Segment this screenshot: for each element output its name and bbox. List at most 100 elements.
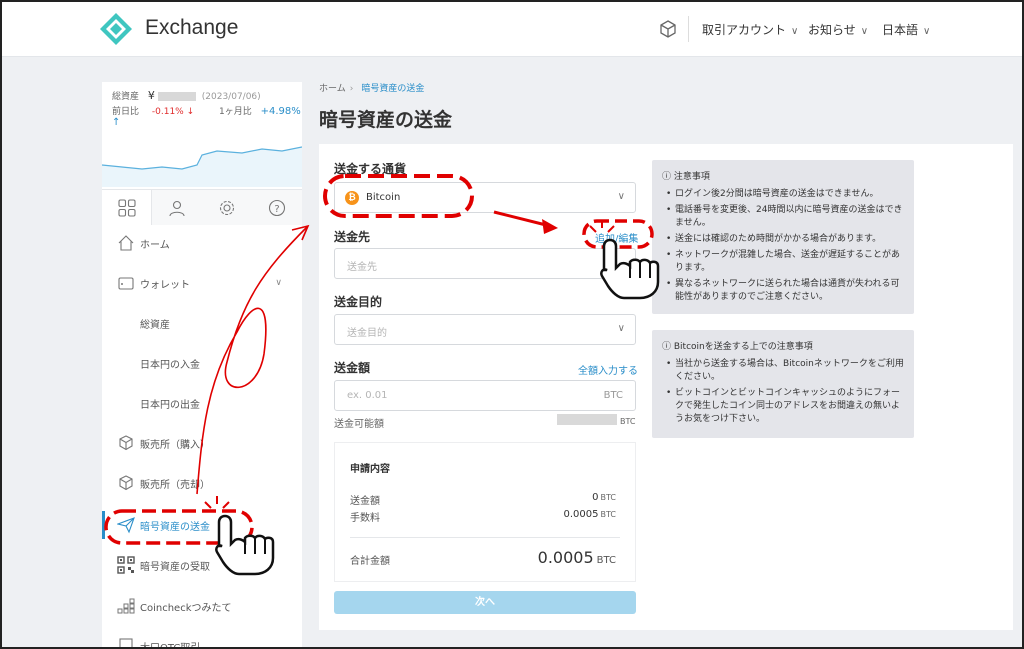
cube-icon [119,435,133,451]
sidebar-item-label: ホーム [140,239,170,251]
change-row: 前日比 -0.11% ↓ 1ヶ月比 +4.98% ↑ [112,104,302,128]
currency-select[interactable]: ₿ Bitcoin ∨ [334,182,636,213]
sidebar-item-jpy-withdraw[interactable]: 日本円の出金 [102,385,302,421]
chevron-down-icon: ∨ [617,191,625,202]
home-icon [118,235,134,251]
breadcrumb: ホーム › 暗号資産の送金 [319,81,424,94]
available-unit: BTC [620,417,636,426]
notice-general: ⓘ 注意事項 ログイン後2分間は暗号資産の送金はできません。 電話番号を変更後、… [652,160,914,314]
summary-title: 申請内容 [350,464,390,475]
next-button[interactable]: 次へ [334,591,636,614]
masked-balance [157,92,196,101]
prev-day-value: -0.11% ↓ [151,107,195,117]
tab-menu[interactable] [102,190,152,225]
app-name: Exchange [145,16,239,39]
cube-icon[interactable] [658,19,678,39]
available-amount-label: 送金可能額 [334,419,384,430]
summary-total-label: 合計金額 [350,556,390,567]
menu-label: 日本語 [882,23,919,37]
document-icon [119,638,133,647]
sidebar-tabs: ? [102,189,302,225]
amount-input[interactable]: ex. 0.01 BTC [334,380,636,411]
notice-item: ビットコインとビットコインキャッシュのようにフォークで発生したコイン同士のアドレ… [666,387,904,426]
sidebar-item-sell[interactable]: 販売所（売却） [102,465,302,501]
sidebar-item-home[interactable]: ホーム [102,225,302,261]
currency-field-label: 送金する通貨 [334,162,407,176]
breadcrumb-current: 暗号資産の送金 [361,84,425,94]
notice-bitcoin: ⓘ Bitcoinを送金する上での注意事項 当社から送金する場合は、Bitcoi… [652,330,914,438]
sidebar-item-crypto-send[interactable]: 暗号資産の送金 [102,507,302,543]
currency-symbol: ¥ [147,89,155,102]
grid-icon [117,198,136,217]
summary-unit: BTC [600,510,617,519]
tab-help[interactable]: ? [252,190,302,225]
qr-code-icon [117,556,135,574]
chevron-down-icon: ∨ [923,26,931,37]
sidebar-item-tsumitate[interactable]: Coincheckつみたて [102,588,302,624]
menu-label: 取引アカウント [702,23,787,37]
menu-label: お知らせ [808,23,856,37]
asset-sparkline [102,146,302,187]
sidebar-item-crypto-receive[interactable]: 暗号資産の受取 [102,547,302,583]
sidebar-item-label: ウォレット [140,279,190,291]
notice-bitcoin-list: 当社から送金する場合は、Bitcoinネットワークをご利用ください。 ビットコイ… [666,358,904,429]
header-divider [688,16,689,42]
sidebar-item-wallet[interactable]: ウォレット ∨ [102,265,302,301]
bitcoin-icon: ₿ [345,191,359,205]
notice-item: ネットワークが混雑した場合、送金が遅延することがあります。 [666,249,904,275]
breadcrumb-home[interactable]: ホーム [319,84,346,94]
sidebar-item-total-assets[interactable]: 総資産 [102,305,302,341]
summary-amount-label: 送金額 [350,496,380,507]
menu-trading-account[interactable]: 取引アカウント ∨ [702,21,798,38]
enter-full-amount-link[interactable]: 全額入力する [578,362,638,377]
chevron-down-icon: ∨ [860,26,869,37]
chevron-down-icon: ∨ [791,26,799,37]
menu-language[interactable]: 日本語 ∨ [882,21,930,38]
chevron-down-icon: ∨ [275,278,282,288]
cube-icon [119,475,133,491]
paper-plane-icon [117,517,135,534]
screenshot-frame: Exchange 取引アカウント ∨ お知らせ ∨ 日本語 ∨ 総資産 ¥ (2023… [0,0,1024,649]
amount-unit: BTC [603,390,623,401]
notice-item: 異なるネットワークに送られた場合は通貨が失われる可能性がありますのでご注意くださ… [666,278,904,304]
sidebar-item-label: 大口OTC取引 [140,642,201,649]
gear-icon [219,200,235,215]
tab-account[interactable] [152,190,202,225]
purpose-select[interactable]: 送金目的 ∨ [334,314,636,345]
currency-value: Bitcoin [366,192,401,203]
summary-fee-number: 0.0005 [563,509,599,520]
destination-input[interactable]: 送金先 [334,248,636,279]
top-header: Exchange 取引アカウント ∨ お知らせ ∨ 日本語 ∨ [2,2,1022,57]
exchange-logo-icon[interactable] [99,12,133,46]
notice-item: 送金には確認のため時間がかかる場合があります。 [666,233,904,246]
sidebar-item-label: 日本円の出金 [140,399,200,411]
purpose-placeholder: 送金目的 [347,328,387,339]
notice-bitcoin-title: ⓘ Bitcoinを送金する上での注意事項 [662,342,813,352]
masked-available-amount [557,414,617,425]
user-icon [169,200,185,216]
wallet-icon [118,277,134,290]
summary-fee-value: 0.0005 BTC [564,509,617,520]
total-assets-row: 総資産 ¥ (2023/07/06) [112,89,261,102]
month-value: +4.98% ↑ [112,106,301,128]
total-assets-label: 総資産 [112,92,140,102]
stack-blocks-icon [117,598,135,614]
sidebar-item-jpy-deposit[interactable]: 日本円の入金 [102,345,302,381]
tab-settings[interactable] [202,190,252,225]
notice-general-list: ログイン後2分間は暗号資産の送金はできません。 電話番号を変更後、24時間以内に… [666,188,904,307]
summary-unit: BTC [596,555,616,566]
summary-unit: BTC [600,493,617,502]
amount-field-label: 送金額 [334,361,371,375]
page-title: 暗号資産の送金 [319,109,453,131]
summary-total-value: 0.0005 BTC [538,548,616,567]
notice-item: 電話番号を変更後、24時間以内に暗号資産の送金はできません。 [666,204,904,230]
sidebar-item-label: 暗号資産の送金 [140,521,210,533]
breadcrumb-separator: › [349,84,354,94]
add-edit-destination-link[interactable]: 追加/編集 [595,230,638,245]
sidebar-item-buy[interactable]: 販売所（購入） [102,425,302,461]
destination-field-label: 送金先 [334,230,371,244]
menu-news[interactable]: お知らせ ∨ [808,21,868,38]
sidebar-item-otc[interactable]: 大口OTC取引 [102,628,302,649]
notice-item: 当社から送金する場合は、Bitcoinネットワークをご利用ください。 [666,358,904,384]
summary-fee-label: 手数料 [350,513,380,524]
